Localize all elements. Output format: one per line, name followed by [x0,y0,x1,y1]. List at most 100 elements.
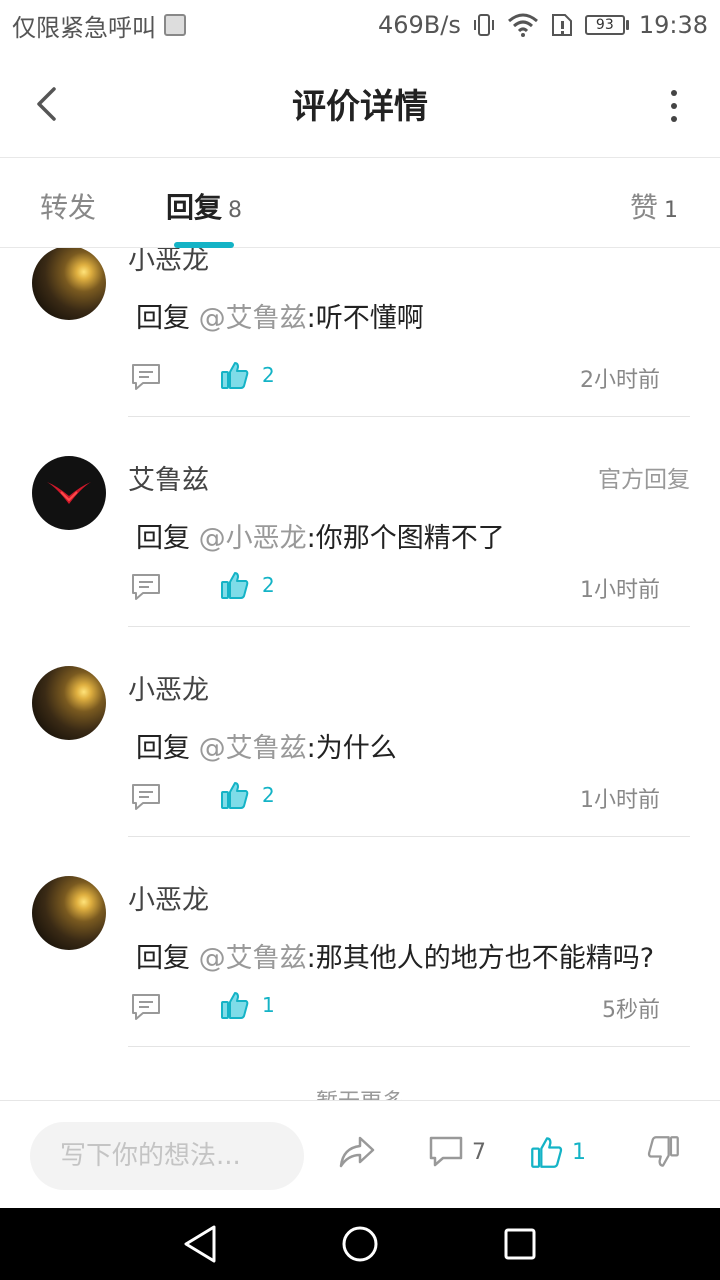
reply-icon[interactable] [130,992,162,1022]
timestamp: 1小时前 [580,578,660,603]
more-options-button[interactable] [664,86,684,126]
wifi-icon [507,13,538,37]
like-button[interactable]: 2 [220,570,275,600]
mention-link[interactable]: @艾鲁兹 [199,733,307,764]
thumbs-up-icon [221,572,249,599]
clock: 19:38 [638,11,708,39]
like-count: 2 [262,573,275,597]
thumbs-down-icon [647,1136,679,1167]
network-speed: 469B/s [377,11,461,39]
battery-level: 93 [584,15,625,35]
divider [128,836,690,837]
thumbs-up-icon [221,782,249,809]
thumbs-up-icon [221,992,249,1019]
official-reply-badge: 官方回复 [598,467,690,493]
reply-text: 回复 @小恶龙:你那个图精不了 [136,516,505,555]
like-count: 2 [262,783,275,807]
comment-actions: 1 5秒前 [130,990,660,1026]
avatar[interactable] [32,456,106,530]
tab-forward[interactable]: 转发 [40,186,96,226]
comment-item: 小恶龙 回复 @艾鲁兹:为什么 2 1小时前 [0,658,720,868]
share-button[interactable] [338,1135,376,1169]
square-recents-icon [504,1228,536,1260]
avatar[interactable] [32,876,106,950]
comment-count: 7 [472,1139,486,1165]
divider [128,1046,690,1047]
chevron-left-icon [37,87,56,121]
vibrate-icon [473,14,494,36]
reply-text: 回复 @艾鲁兹:那其他人的地方也不能精吗? [136,936,654,975]
reply-text: 回复 @艾鲁兹:听不懂啊 [136,296,424,335]
tab-label: 转发 [40,191,97,224]
reply-icon[interactable] [130,782,162,812]
tab-bar: 转发 回复 8 赞 1 [0,160,720,248]
username[interactable]: 小恶龙 [128,878,209,917]
like-count: 1 [572,1139,586,1165]
dot-icon [671,103,677,109]
comment-item: 小恶龙 回复 @艾鲁兹:听不懂啊 2 2小时前 [0,248,720,448]
tab-label: 赞 [630,191,659,224]
circle-home-icon [342,1226,378,1262]
mention-link[interactable]: @小恶龙 [199,523,307,554]
timestamp: 5秒前 [602,998,660,1023]
mention-link[interactable]: @艾鲁兹 [199,303,307,334]
like-button[interactable]: 2 [220,780,275,810]
carrier-text: 仅限紧急呼叫 [12,13,156,42]
nav-home-button[interactable] [340,1224,380,1264]
dislike-button[interactable] [646,1135,680,1169]
reply-body: :那其他人的地方也不能精吗? [306,943,655,974]
divider [128,626,690,627]
reply-body: :听不懂啊 [306,303,424,334]
avatar[interactable] [32,666,106,740]
comment-actions: 2 1小时前 [130,570,660,606]
nav-recents-button[interactable] [500,1224,540,1264]
divider [128,416,690,417]
username[interactable]: 小恶龙 [128,248,209,277]
reply-prefix: 回复 [136,523,199,554]
reply-icon[interactable] [130,572,162,602]
page-title: 评价详情 [292,87,428,127]
tab-count: 1 [664,198,679,223]
comment-button[interactable]: 7 [428,1135,486,1169]
back-button[interactable] [26,82,66,126]
dot-icon [671,90,677,96]
username[interactable]: 小恶龙 [128,668,209,707]
username[interactable]: 艾鲁兹 [128,458,209,497]
app-header: 评价详情 [0,50,720,158]
avatar[interactable] [32,248,106,320]
reply-text: 回复 @艾鲁兹:为什么 [136,726,397,765]
system-nav-bar [0,1208,720,1280]
comment-bubble-icon [429,1136,463,1167]
comment-list: 小恶龙 回复 @艾鲁兹:听不懂啊 2 2小时前 艾鲁兹 官方回复 回复 @小恶龙… [0,248,720,1100]
comment-actions: 2 1小时前 [130,780,660,816]
tab-likes[interactable]: 赞 1 [630,186,678,226]
image-notification-icon [164,14,186,36]
timestamp: 1小时前 [580,788,660,813]
tab-replies[interactable]: 回复 8 [166,186,242,226]
status-bar: 仅限紧急呼叫 469B/s 93 19:38 [0,0,720,50]
like-button[interactable]: 2 [220,360,275,390]
tab-count: 8 [228,198,243,223]
nav-back-button[interactable] [180,1224,220,1264]
reply-icon[interactable] [130,362,162,392]
reply-prefix: 回复 [136,733,199,764]
no-more-text: 暂无更多 [0,1084,720,1100]
reply-prefix: 回复 [136,303,199,334]
red-emblem-icon [47,482,91,504]
dot-icon [671,116,677,122]
comment-actions: 2 2小时前 [130,360,660,396]
reply-body: :为什么 [306,733,397,764]
mention-link[interactable]: @艾鲁兹 [199,943,307,974]
like-button[interactable]: 1 [530,1135,586,1169]
comment-item: 小恶龙 回复 @艾鲁兹:那其他人的地方也不能精吗? 1 5秒前 [0,868,720,1078]
triangle-back-icon [184,1225,216,1263]
timestamp: 2小时前 [580,368,660,393]
bottom-action-bar: 7 1 [0,1100,720,1208]
sim-alert-icon [551,14,572,36]
like-button[interactable]: 1 [220,990,275,1020]
battery-indicator: 93 [584,15,629,35]
comment-input[interactable] [30,1122,304,1190]
thumbs-up-icon [221,362,249,389]
like-count: 1 [262,993,275,1017]
tab-label: 回复 [166,191,223,224]
